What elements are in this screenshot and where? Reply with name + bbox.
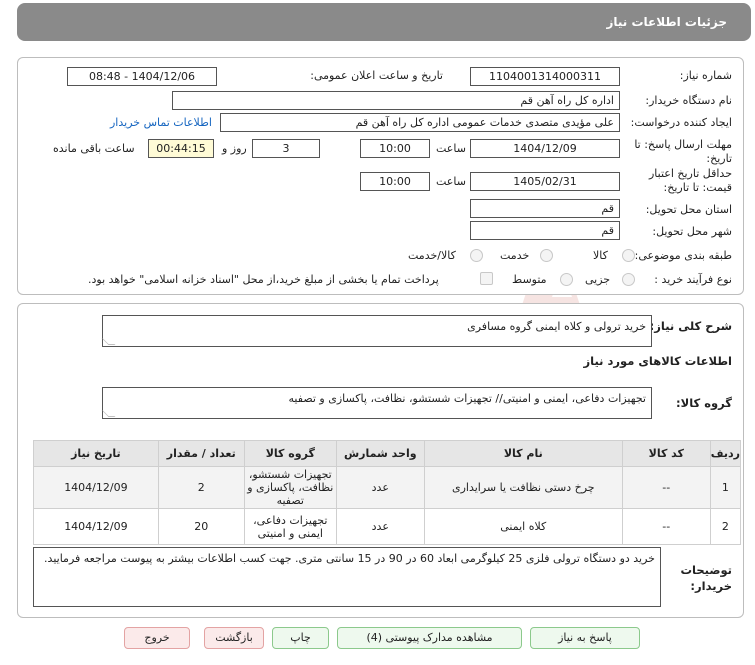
category-goods-service-radio[interactable] — [470, 249, 483, 262]
remaining-label: ساعت باقی مانده — [53, 142, 135, 155]
province-field: قم — [470, 199, 620, 218]
days-label: روز و — [222, 142, 247, 155]
page-title: جزئیات اطلاعات نیاز — [606, 15, 727, 29]
exit-button[interactable]: خروج — [124, 627, 190, 649]
buyer-contact-link[interactable]: اطلاعات تماس خریدار — [110, 116, 212, 129]
buyer-org-label: نام دستگاه خریدار: — [645, 94, 732, 107]
table-row: 1 -- چرخ دستی نظافت یا سرایداری عدد تجهی… — [33, 466, 742, 509]
need-number-label: شماره نیاز: — [679, 69, 732, 82]
notes-text: خرید دو دستگاه ترولی فلزی 25 کیلوگرمی اب… — [44, 552, 655, 565]
goods-table: ردیف کد کالا نام کالا واحد شمارش گروه کا… — [33, 440, 742, 545]
remaining-time-field: 00:44:15 — [148, 139, 214, 158]
treasury-payment-checkbox[interactable] — [480, 272, 493, 285]
deadline-time-label: ساعت — [436, 142, 466, 155]
treasury-payment-note: پرداخت تمام یا بخشی از مبلغ خرید،از محل … — [88, 273, 439, 286]
category-service-radio[interactable] — [540, 249, 553, 262]
col-date: تاریخ نیاز — [33, 440, 159, 467]
days-field: 3 — [252, 139, 320, 158]
validity-date-field: 1405/02/31 — [470, 172, 620, 191]
cell-group: تجهیزات شستشو، نظافت، پاکسازی و تصفیه — [243, 466, 337, 509]
buyer-org-field: اداره کل راه آهن قم — [172, 91, 620, 110]
category-goods-service-label: کالا/خدمت — [408, 249, 456, 262]
cell-row: 2 — [709, 508, 742, 545]
summary-text: خرید ترولی و کلاه ایمنی گروه مسافری — [467, 320, 646, 333]
province-label: استان محل تحویل: — [645, 203, 732, 216]
goods-group-textarea[interactable]: تجهیزات دفاعی، ایمنی و امنیتی// تجهیزات … — [101, 387, 652, 419]
col-name: نام کالا — [423, 440, 623, 467]
category-goods-radio[interactable] — [622, 249, 635, 262]
cell-date: 1404/12/09 — [33, 466, 159, 509]
goods-info-title: اطلاعات کالاهای مورد نیاز — [583, 354, 732, 368]
cell-unit: عدد — [335, 466, 425, 509]
goods-group-text: تجهیزات دفاعی، ایمنی و امنیتی// تجهیزات … — [288, 392, 646, 405]
category-goods-label: کالا — [593, 249, 608, 262]
cell-name: چرخ دستی نظافت یا سرایداری — [423, 466, 623, 509]
process-medium-label: متوسط — [512, 273, 547, 286]
city-field: قم — [470, 221, 620, 240]
creator-field: علی مؤیدی متصدی خدمات عمومی اداره کل راه… — [220, 113, 620, 132]
deadline-date-field: 1404/12/09 — [470, 139, 620, 158]
reply-button[interactable]: پاسخ به نیاز — [530, 627, 640, 649]
category-service-label: خدمت — [500, 249, 530, 262]
col-unit: واحد شمارش — [335, 440, 425, 467]
back-button[interactable]: بازگشت — [204, 627, 264, 649]
validity-label: حداقل تاریخ اعتبار قیمت: تا تاریخ: — [648, 167, 732, 194]
deadline-time-field: 10:00 — [360, 139, 430, 158]
print-button[interactable]: چاپ — [272, 627, 329, 649]
deadline-label: مهلت ارسال پاسخ: تا تاریخ: — [634, 138, 732, 165]
notes-textarea[interactable]: خرید دو دستگاه ترولی فلزی 25 کیلوگرمی اب… — [33, 547, 661, 607]
city-label: شهر محل تحویل: — [652, 225, 732, 238]
cell-qty: 2 — [157, 466, 245, 509]
table-row: 2 -- کلاه ایمنی عدد تجهیزات دفاعی، ایمنی… — [33, 508, 742, 545]
resize-grip-icon[interactable] — [101, 410, 116, 417]
need-number-field: 1104001314000311 — [470, 67, 620, 86]
process-medium-radio[interactable] — [560, 273, 573, 286]
announce-field: 1404/12/06 - 08:48 — [67, 67, 217, 86]
col-row: ردیف — [709, 440, 742, 467]
attachments-button[interactable]: مشاهده مدارک پیوستی (4) — [337, 627, 522, 649]
goods-group-label: گروه کالا: — [676, 396, 732, 410]
process-minor-label: جزیی — [585, 273, 611, 286]
col-group: گروه کالا — [243, 440, 337, 467]
validity-time-field: 10:00 — [360, 172, 430, 191]
cell-qty: 20 — [157, 508, 245, 545]
summary-textarea[interactable]: خرید ترولی و کلاه ایمنی گروه مسافری — [101, 315, 652, 347]
page-header: جزئیات اطلاعات نیاز — [17, 3, 751, 41]
category-label: طبقه بندی موضوعی: — [634, 249, 732, 262]
cell-code: -- — [621, 508, 711, 545]
cell-name: کلاه ایمنی — [423, 508, 623, 545]
notes-label: توضیحات خریدار: — [680, 563, 733, 593]
cell-code: -- — [621, 466, 711, 509]
process-minor-radio[interactable] — [622, 273, 635, 286]
resize-grip-icon[interactable] — [101, 338, 116, 345]
process-label: نوع فرآیند خرید : — [654, 273, 732, 286]
creator-label: ایجاد کننده درخواست: — [630, 116, 732, 129]
cell-row: 1 — [709, 466, 742, 509]
cell-date: 1404/12/09 — [33, 508, 159, 545]
col-qty: تعداد / مقدار — [157, 440, 245, 467]
col-code: کد کالا — [621, 440, 711, 467]
cell-group: تجهیزات دفاعی، ایمنی و امنیتی — [243, 508, 337, 545]
validity-time-label: ساعت — [436, 175, 466, 188]
summary-label: شرح کلی نیاز: — [649, 319, 732, 333]
goods-table-header: ردیف کد کالا نام کالا واحد شمارش گروه کا… — [33, 440, 742, 467]
announce-label: تاریخ و ساعت اعلان عمومی: — [310, 69, 443, 82]
cell-unit: عدد — [335, 508, 425, 545]
